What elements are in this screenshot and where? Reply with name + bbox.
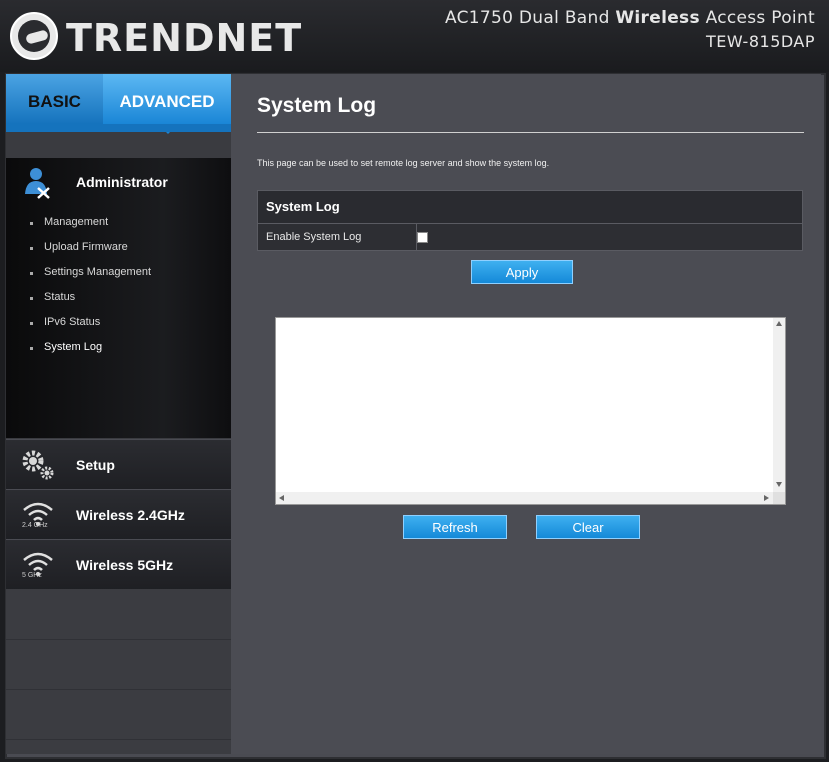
clear-button[interactable]: Clear [536, 515, 640, 539]
sidebar-item-management[interactable]: Management [6, 210, 231, 235]
logo-mark-icon [10, 12, 58, 60]
scroll-left-icon[interactable] [279, 495, 284, 501]
system-log-table: System Log Enable System Log [257, 190, 803, 251]
gear-icon [22, 450, 54, 480]
sidebar-item-settings-management[interactable]: Settings Management [6, 260, 231, 285]
administrator-submenu: Management Upload Firmware Settings Mana… [6, 210, 231, 360]
setup-label: Setup [76, 457, 115, 473]
page-title: System Log [257, 94, 377, 117]
enable-system-log-checkbox[interactable] [417, 232, 428, 243]
product-info: AC1750 Dual Band Wireless Access Point T… [445, 8, 815, 51]
scroll-down-icon[interactable] [776, 482, 782, 487]
sidebar-divider [6, 739, 231, 740]
system-log-textarea[interactable] [275, 317, 786, 505]
table-header: System Log [257, 190, 803, 224]
trendnet-logo: TRENDNET [10, 10, 301, 62]
sidebar-item-ipv6-status[interactable]: IPv6 Status [6, 310, 231, 335]
refresh-button[interactable]: Refresh [403, 515, 507, 539]
administrator-icon [25, 168, 50, 199]
product-name-prefix: AC1750 Dual Band [444, 8, 616, 28]
sidebar-item-upload-firmware[interactable]: Upload Firmware [6, 235, 231, 260]
sidebar-divider [6, 689, 231, 690]
sidebar-item-label: Status [44, 291, 76, 303]
tab-basic[interactable]: BASIC [6, 74, 103, 124]
apply-button[interactable]: Apply [471, 260, 573, 284]
administrator-title: Administrator [76, 174, 168, 190]
product-name-suffix: Access Point [699, 8, 815, 28]
page-description: This page can be used to set remote log … [257, 158, 550, 168]
product-name: AC1750 Dual Band Wireless Access Point [445, 8, 815, 28]
sidebar-item-system-log[interactable]: System Log [6, 335, 231, 360]
scroll-up-icon[interactable] [776, 321, 782, 326]
sidebar-section-wireless-5ghz[interactable]: 5 GHz Wireless 5GHz [6, 539, 231, 590]
sidebar: BASIC ADVANCED Administrator Management … [6, 74, 239, 754]
sidebar-divider [6, 639, 231, 640]
product-model: TEW-815DAP [706, 32, 815, 51]
tab-advanced[interactable]: ADVANCED [103, 74, 231, 134]
administrator-menu-header[interactable]: Administrator [6, 158, 239, 204]
wireless-5-label: Wireless 5GHz [76, 557, 174, 573]
tab-bar: BASIC ADVANCED [6, 74, 231, 134]
scrollbar-corner [773, 492, 785, 504]
wireless-24-frequency: 2.4 GHz [22, 522, 48, 529]
scroll-right-icon[interactable] [764, 495, 769, 501]
header: TRENDNET AC1750 Dual Band Wireless Acces… [0, 0, 829, 72]
enable-system-log-label: Enable System Log [258, 224, 417, 250]
sidebar-section-wireless-24ghz[interactable]: 2.4 GHz Wireless 2.4GHz [6, 489, 231, 540]
table-row: Enable System Log [257, 224, 803, 251]
sidebar-item-label: Upload Firmware [44, 241, 128, 253]
administrator-panel: Administrator Management Upload Firmware… [6, 158, 239, 438]
sidebar-item-label: Settings Management [44, 266, 152, 278]
sidebar-section-setup[interactable]: Setup [6, 439, 231, 490]
horizontal-scrollbar[interactable] [276, 492, 773, 504]
main-content: System Log This page can be used to set … [231, 74, 821, 754]
product-name-bold: Wireless [615, 8, 700, 28]
wireless-24-label: Wireless 2.4GHz [76, 507, 185, 523]
tab-strip [6, 124, 231, 132]
brand-name: TRENDNET [66, 16, 303, 60]
sidebar-empty-area [6, 589, 231, 754]
sidebar-item-label: Management [44, 216, 109, 228]
sidebar-item-label: IPv6 Status [44, 316, 101, 328]
sidebar-item-status[interactable]: Status [6, 285, 231, 310]
sidebar-item-label: System Log [44, 341, 103, 353]
title-divider [257, 132, 804, 133]
vertical-scrollbar[interactable] [773, 318, 785, 492]
wireless-5-frequency: 5 GHz [22, 572, 42, 579]
